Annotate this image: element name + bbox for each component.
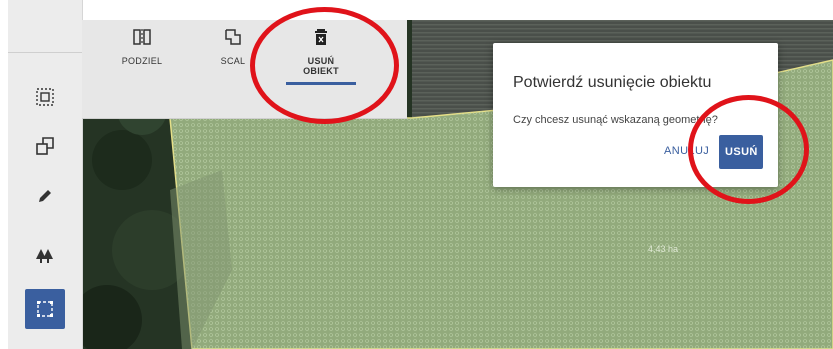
- delete-label-line2: OBIEKT: [303, 66, 339, 76]
- sidebar: [8, 0, 83, 349]
- confirm-delete-button[interactable]: USUŃ: [719, 135, 763, 169]
- pencil-icon: [39, 190, 51, 202]
- dialog-message: Czy chcesz usunąć wskazaną geometrię?: [513, 114, 718, 126]
- split-label: PODZIEL: [121, 56, 163, 66]
- active-tab-indicator: [286, 82, 356, 85]
- confirm-delete-dialog: Potwierdź usunięcie obiektu Czy chcesz u…: [493, 43, 778, 187]
- merge-button[interactable]: SCAL: [188, 28, 278, 66]
- edit-toolbar: PODZIEL SCAL USUŃ OBIEKT: [82, 20, 407, 119]
- area-label: 4,43 ha: [648, 244, 679, 254]
- cancel-button[interactable]: ANULUJ: [664, 145, 709, 157]
- frame-select-button[interactable]: [25, 289, 65, 329]
- copy-icon: [36, 137, 54, 155]
- frame-select-icon: [37, 301, 53, 317]
- split-icon: [133, 29, 151, 45]
- sidebar-divider: [8, 52, 82, 53]
- delete-object-button[interactable]: USUŃ OBIEKT: [276, 28, 366, 85]
- dialog-title: Potwierdź usunięcie obiektu: [513, 74, 712, 91]
- delete-label-line1: USUŃ: [307, 56, 335, 66]
- delete-label: USUŃ OBIEKT: [276, 56, 366, 76]
- copy-button[interactable]: [25, 126, 65, 166]
- delete-icon: [315, 29, 327, 45]
- edit-button[interactable]: [25, 176, 65, 216]
- select-area-button[interactable]: [25, 77, 65, 117]
- merge-icon: [225, 29, 241, 45]
- trees-icon: [36, 249, 53, 263]
- merge-label: SCAL: [220, 56, 246, 66]
- trees-button[interactable]: [25, 236, 65, 276]
- split-button[interactable]: PODZIEL: [97, 28, 187, 66]
- select-area-icon: [36, 88, 54, 106]
